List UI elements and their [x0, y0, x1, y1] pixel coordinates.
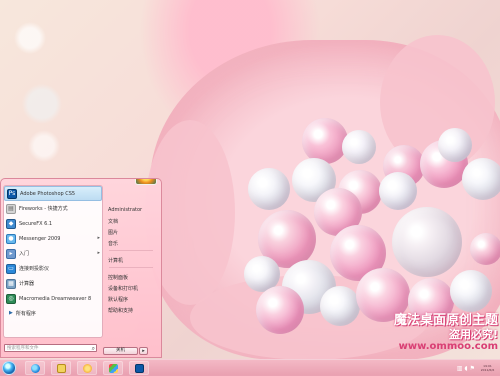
places-pane: Administrator 文档 图片 音乐 计算机 控制面板 设备和打印机 默… [103, 179, 161, 341]
program-item-messenger[interactable]: ● Messenger 2009 ▸ [4, 231, 102, 246]
user-picture-icon[interactable] [135, 179, 157, 185]
taskbar-media-button[interactable] [77, 361, 97, 375]
getting-started-icon: ▸ [6, 248, 16, 259]
program-item-photoshop[interactable]: Ps Adobe Photoshop CS5 [4, 186, 102, 201]
program-item-getting-started[interactable]: ▸ 入门 ▸ [4, 246, 102, 261]
glass-bead [256, 286, 304, 334]
fireworks-icon: ▤ [6, 203, 16, 214]
menu-separator [109, 250, 153, 251]
all-programs-arrow-icon: ▶ [9, 310, 13, 316]
tray-network-icon[interactable]: ▥ [457, 365, 463, 372]
calculator-icon: ▦ [6, 278, 16, 289]
glass-bead [342, 130, 376, 164]
start-button[interactable] [2, 361, 16, 375]
watermark-title: 魔法桌面原创主题 [393, 313, 498, 328]
search-input[interactable]: 搜索程序和文件 ⌕ [4, 344, 97, 352]
submenu-arrow-icon: ▸ [97, 235, 100, 241]
messenger-icon: ● [6, 233, 16, 244]
program-item-calculator[interactable]: ▦ 计算器 [4, 276, 102, 291]
submenu-arrow-icon: ▸ [97, 250, 100, 256]
glass-bead [450, 270, 492, 312]
menu-separator [109, 267, 153, 268]
all-programs-label: 所有程序 [15, 310, 36, 317]
glass-bead [320, 286, 360, 326]
taskbar: ▥ ◖ ⚑ 19:01 2011/6/6 [0, 359, 500, 376]
program-label: Adobe Photoshop CS5 [20, 190, 76, 197]
media-player-icon [82, 363, 92, 373]
program-item-projector[interactable]: ▭ 连接到投影仪 [4, 261, 102, 276]
glass-bead [302, 118, 348, 164]
glass-bead [379, 172, 417, 210]
program-item-fireworks[interactable]: ▤ Fireworks - 快捷方式 [4, 201, 102, 216]
programs-pane: Ps Adobe Photoshop CS5 ▤ Fireworks - 快捷方… [3, 185, 103, 338]
watermark-copyright: 盗用必究! [448, 328, 498, 341]
glass-bead [470, 233, 500, 265]
taskbar-explorer-button[interactable] [51, 361, 71, 375]
folder-icon [56, 363, 66, 373]
program-label: Messenger 2009 [19, 235, 61, 242]
menu-item-documents[interactable]: 文档 [108, 218, 118, 225]
search-placeholder: 搜索程序和文件 [7, 346, 39, 351]
securefx-icon: ◆ [6, 218, 16, 229]
photoshop-taskbar-icon [134, 363, 144, 373]
dreamweaver-icon: ◎ [6, 293, 16, 304]
menu-item-computer[interactable]: 计算机 [108, 257, 123, 264]
windows-update-icon [108, 363, 118, 373]
program-label: 计算器 [19, 281, 35, 287]
clock-date: 2011/6/6 [480, 368, 495, 372]
program-label: Fireworks - 快捷方式 [19, 206, 68, 212]
start-menu: Ps Adobe Photoshop CS5 ▤ Fireworks - 快捷方… [0, 178, 162, 358]
tray-volume-icon[interactable]: ◖ [464, 365, 467, 372]
tray-flag-icon[interactable]: ⚑ [470, 365, 475, 372]
program-item-dreamweaver[interactable]: ◎ Macromedia Dreamweaver 8 [4, 291, 102, 306]
glass-bead [248, 168, 290, 210]
menu-item-pictures[interactable]: 图片 [108, 229, 118, 236]
program-label: 连接到投影仪 [19, 266, 50, 272]
projector-icon: ▭ [6, 263, 16, 274]
photoshop-icon: Ps [7, 188, 17, 199]
glass-bead [462, 158, 500, 200]
shutdown-button[interactable]: 关机 [103, 347, 138, 355]
menu-item-help-support[interactable]: 帮助和支持 [108, 307, 133, 314]
clock[interactable]: 19:01 2011/6/6 [477, 364, 498, 372]
menu-item-control-panel[interactable]: 控制面板 [108, 274, 128, 281]
watermark-url: www.ommoo.com [398, 341, 498, 352]
menu-item-administrator[interactable]: Administrator [108, 207, 142, 213]
all-programs-link[interactable]: ▶ 所有程序 [7, 308, 101, 318]
program-label: SecureFX 6.1 [19, 220, 53, 227]
menu-item-music[interactable]: 音乐 [108, 240, 118, 247]
watermark: 魔法桌面原创主题 盗用必究! www.ommoo.com [378, 314, 498, 353]
ie-icon [30, 363, 40, 373]
taskbar-update-button[interactable] [103, 361, 123, 375]
taskbar-ie-button[interactable] [25, 361, 45, 375]
program-label: Macromedia Dreamweaver 8 [19, 295, 92, 302]
program-item-securefx[interactable]: ◆ SecureFX 6.1 [4, 216, 102, 231]
menu-item-default-programs[interactable]: 默认程序 [108, 296, 128, 303]
shutdown-options-button[interactable]: ▸ [139, 347, 148, 355]
glass-bead [392, 207, 462, 277]
glass-bead [438, 128, 472, 162]
search-icon: ⌕ [91, 345, 95, 352]
taskbar-photoshop-button[interactable] [129, 361, 149, 375]
menu-item-devices-printers[interactable]: 设备和打印机 [108, 285, 138, 292]
system-tray: ▥ ◖ ⚑ 19:01 2011/6/6 [420, 360, 500, 376]
program-label: 入门 [19, 251, 30, 257]
